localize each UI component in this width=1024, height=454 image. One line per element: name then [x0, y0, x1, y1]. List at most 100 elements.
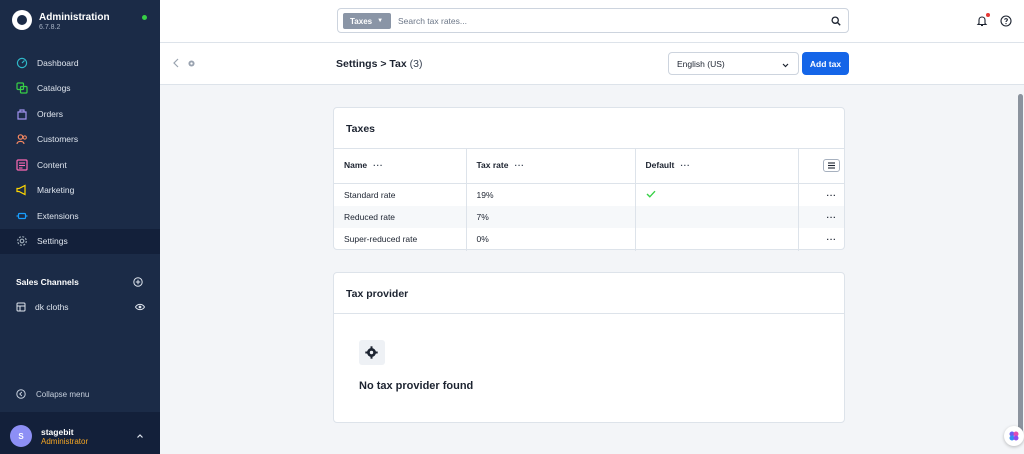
checkmark-icon — [646, 190, 656, 198]
column-settings-icon[interactable] — [822, 158, 840, 172]
top-header: Taxes ▼ — [160, 0, 1024, 43]
brand-title: Administration — [39, 12, 110, 23]
sidebar-item-label: Orders — [37, 108, 63, 119]
sidebar-item-label: Settings — [37, 236, 68, 247]
content-icon — [16, 159, 28, 171]
table-row[interactable]: Super-reduced rate 0% ··· — [334, 228, 844, 251]
taxes-card: Taxes Name ··· Tax rate ··· Default ··· Sta… — [333, 107, 845, 251]
sidebar-item-label: Catalogs — [37, 83, 71, 94]
sidebar-item-orders[interactable]: Orders — [0, 101, 160, 127]
empty-state-gear-icon — [359, 340, 385, 365]
column-label: Default — [645, 160, 675, 171]
table-row[interactable]: Reduced rate 7% ··· — [334, 205, 844, 228]
online-status-dot — [142, 15, 147, 20]
chevron-left-circle-icon — [16, 389, 26, 399]
tax-default-cell — [635, 228, 799, 251]
global-search: Taxes ▼ — [337, 8, 849, 33]
sidebar-item-label: Extensions — [37, 210, 79, 221]
extensions-icon — [16, 210, 28, 222]
dashboard-icon — [16, 57, 28, 69]
smart-bar: Settings > Tax (3) English (US) Add tax — [160, 43, 1024, 85]
back-arrow-icon[interactable] — [172, 58, 180, 68]
user-menu[interactable]: S stagebit Administrator — [0, 412, 160, 454]
assistant-button[interactable] — [1004, 426, 1024, 446]
sidebar-item-label: Dashboard — [37, 57, 79, 68]
card-divider — [334, 313, 844, 314]
row-actions-cell: ··· — [798, 183, 844, 206]
grid-header-row: Name ··· Tax rate ··· Default ··· — [334, 148, 844, 184]
table-row[interactable]: Standard rate 19% ··· — [334, 183, 844, 206]
sidebar-item-marketing[interactable]: Marketing — [0, 178, 160, 204]
tax-name-cell[interactable]: Reduced rate — [334, 205, 467, 228]
sidebar-item-label: Marketing — [37, 185, 75, 196]
language-value: English (US) — [677, 58, 725, 69]
language-select[interactable]: English (US) — [668, 52, 799, 75]
tax-default-cell — [635, 205, 799, 228]
card-title: Tax provider — [346, 288, 409, 300]
catalogs-icon — [16, 82, 28, 94]
sales-channel-label: dk cloths — [35, 302, 69, 312]
column-header-tax-rate[interactable]: Tax rate ··· — [466, 148, 636, 184]
settings-icon — [16, 235, 28, 247]
column-header-default[interactable]: Default ··· — [635, 148, 799, 184]
orders-icon — [16, 108, 28, 120]
column-label: Name — [344, 160, 368, 171]
column-header-name[interactable]: Name ··· — [334, 148, 467, 184]
chevron-down-icon — [782, 61, 789, 68]
help-icon[interactable] — [1000, 15, 1012, 27]
search-type-dropdown[interactable]: Taxes ▼ — [343, 13, 391, 29]
customers-icon — [16, 133, 28, 145]
avatar: S — [10, 425, 32, 447]
row-actions-icon[interactable]: ··· — [827, 234, 837, 244]
card-title: Taxes — [346, 123, 375, 135]
tax-rate-cell: 7% — [466, 205, 636, 228]
tax-provider-card: Tax provider No tax provider found — [333, 272, 845, 423]
page-title: Settings > Tax (3) — [336, 58, 423, 70]
assistant-icon — [1009, 431, 1019, 441]
sidebar-item-catalogs[interactable]: Catalogs — [0, 76, 160, 102]
tax-name-cell[interactable]: Super-reduced rate — [334, 228, 467, 251]
search-type-label: Taxes — [350, 16, 373, 26]
sidebar: Administration 6.7.8.2 Dashboard Catalog… — [0, 0, 160, 454]
shopware-logo-icon — [12, 10, 32, 30]
column-label: Tax rate — [476, 160, 509, 171]
sidebar-item-dashboard[interactable]: Dashboard — [0, 50, 160, 76]
collapse-menu-button[interactable]: Collapse menu — [16, 389, 89, 399]
breadcrumb-separator: > — [380, 58, 387, 70]
column-options-icon[interactable]: ··· — [514, 160, 524, 170]
add-tax-button[interactable]: Add tax — [802, 52, 849, 75]
settings-gear-icon — [187, 59, 196, 68]
sidebar-item-label: Content — [37, 159, 67, 170]
main-nav: Dashboard Catalogs Orders Customers Cont… — [0, 50, 160, 254]
sidebar-item-extensions[interactable]: Extensions — [0, 203, 160, 229]
chevron-up-icon[interactable] — [136, 432, 144, 440]
user-name: stagebit — [41, 427, 74, 437]
breadcrumb-parent[interactable]: Settings — [336, 58, 377, 70]
sidebar-item-customers[interactable]: Customers — [0, 127, 160, 153]
row-actions-cell: ··· — [798, 228, 844, 251]
brand[interactable]: Administration 6.7.8.2 — [12, 10, 152, 36]
scrollbar-thumb[interactable] — [1018, 94, 1023, 439]
search-icon[interactable] — [831, 16, 841, 26]
collapse-menu-label: Collapse menu — [36, 389, 90, 399]
search-input[interactable] — [398, 13, 818, 29]
sidebar-item-content[interactable]: Content — [0, 152, 160, 178]
sidebar-item-settings[interactable]: Settings — [0, 228, 160, 254]
eye-icon[interactable] — [134, 302, 146, 312]
brand-version: 6.7.8.2 — [39, 24, 61, 31]
row-actions-cell: ··· — [798, 205, 844, 228]
add-sales-channel-icon[interactable] — [133, 277, 143, 287]
tax-grid: Name ··· Tax rate ··· Default ··· Standard … — [334, 148, 844, 251]
column-options-icon[interactable]: ··· — [680, 160, 690, 170]
notification-badge — [986, 13, 990, 17]
breadcrumb-current: Tax — [389, 58, 407, 70]
tax-rate-cell: 0% — [466, 228, 636, 251]
tax-name-cell[interactable]: Standard rate — [334, 183, 467, 206]
item-count: (3) — [409, 58, 423, 70]
row-actions-icon[interactable]: ··· — [827, 212, 837, 222]
row-actions-icon[interactable]: ··· — [827, 190, 837, 200]
sales-channels-heading: Sales Channels — [16, 277, 79, 287]
tax-default-cell — [635, 183, 799, 206]
column-options-icon[interactable]: ··· — [373, 160, 383, 170]
sales-channel-item[interactable]: dk cloths — [16, 300, 146, 314]
